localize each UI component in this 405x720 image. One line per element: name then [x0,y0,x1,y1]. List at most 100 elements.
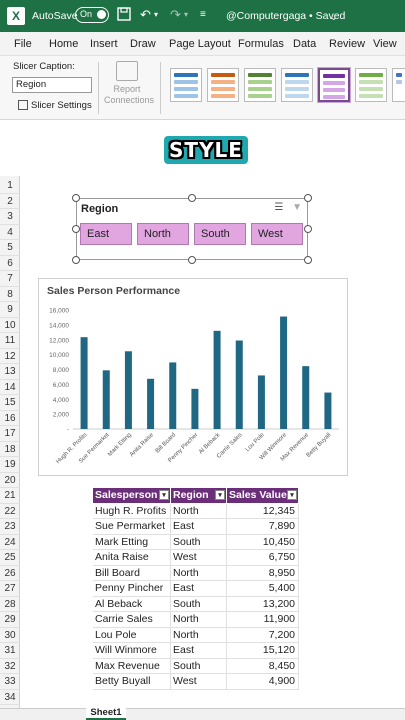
table-cell[interactable]: Carrie Sales [93,612,171,628]
resize-handle[interactable] [72,194,80,202]
menu-review[interactable]: Review [329,38,365,50]
bar[interactable] [169,362,177,429]
slicer-style-swatch[interactable] [170,68,202,102]
slicer-style-swatch-selected[interactable] [317,67,351,103]
row-header[interactable]: 28 [0,597,20,612]
menu-file[interactable]: File [14,38,32,50]
resize-handle[interactable] [72,256,80,264]
resize-handle[interactable] [188,256,196,264]
sales-chart[interactable]: Sales Person Performance -2,000 4,000 6,00… [38,278,348,476]
region-slicer[interactable]: Region ☰ ▼ East North South West [76,198,308,260]
bar[interactable] [80,337,88,429]
slicer-style-swatch[interactable] [392,68,405,102]
table-cell[interactable]: Penny Pincher [93,581,171,597]
row-header[interactable]: 4 [0,225,20,240]
slicer-style-swatch[interactable] [244,68,276,102]
table-cell[interactable]: Sue Permarket [93,519,171,535]
row-header[interactable]: 3 [0,209,20,225]
undo-dropdown-icon[interactable]: ▾ [154,7,158,23]
slicer-style-swatch[interactable] [355,68,387,102]
slicer-button-west[interactable]: West [251,223,303,245]
table-cell[interactable]: 8,950 [227,565,299,581]
table-cell[interactable]: South [171,596,227,612]
row-header[interactable]: 6 [0,256,20,271]
bar[interactable] [302,366,310,429]
table-cell[interactable]: Will Winmore [93,643,171,659]
save-icon[interactable] [117,7,131,25]
slicer-style-swatch[interactable] [281,68,313,102]
bar[interactable] [213,330,221,429]
menu-home[interactable]: Home [49,38,78,50]
table-cell[interactable]: 4,900 [227,674,299,690]
row-header[interactable]: 12 [0,349,20,364]
bar[interactable] [102,370,110,429]
resize-handle[interactable] [304,225,312,233]
table-cell[interactable]: 15,120 [227,643,299,659]
autosave-toggle[interactable]: On [75,7,109,23]
resize-handle[interactable] [304,256,312,264]
row-header[interactable]: 23 [0,519,20,535]
resize-handle[interactable] [188,194,196,202]
table-cell[interactable]: 13,200 [227,596,299,612]
row-header[interactable]: 25 [0,550,20,566]
row-header[interactable]: 19 [0,457,20,473]
row-header[interactable]: 30 [0,628,20,643]
slicer-style-swatch[interactable] [207,68,239,102]
resize-handle[interactable] [304,194,312,202]
report-connections-button[interactable]: Report Connections [104,61,154,106]
table-cell[interactable]: 7,200 [227,627,299,643]
bar[interactable] [280,316,288,429]
table-header-cell[interactable]: Salesperson ▾ [93,488,171,504]
table-cell[interactable]: 7,890 [227,519,299,535]
table-cell[interactable]: East [171,519,227,535]
table-cell[interactable]: 11,900 [227,612,299,628]
table-cell[interactable]: Mark Etting [93,534,171,550]
row-header[interactable]: 34 [0,690,20,705]
row-header[interactable]: 24 [0,535,20,550]
row-header[interactable]: 11 [0,333,20,349]
filter-dropdown-icon[interactable]: ▾ [159,490,169,500]
table-cell[interactable]: North [171,627,227,643]
redo-dropdown-icon[interactable]: ▾ [184,7,188,23]
table-cell[interactable]: West [171,550,227,566]
table-cell[interactable]: Lou Pole [93,627,171,643]
table-cell[interactable]: Anita Raise [93,550,171,566]
filter-dropdown-icon[interactable]: ▾ [287,490,297,500]
row-header[interactable]: 13 [0,364,20,380]
row-header[interactable]: 31 [0,643,20,659]
slicer-button-east[interactable]: East [80,223,132,245]
chevron-down-icon[interactable]: ⌄ [330,9,338,25]
table-header-cell[interactable]: Sales Value ▾ [227,488,299,504]
row-header[interactable]: 1 [0,178,20,194]
redo-icon[interactable]: ↷ [170,7,181,23]
sheet-tab[interactable]: Sheet1 [86,706,126,720]
row-header[interactable]: 10 [0,318,20,333]
table-cell[interactable]: 5,400 [227,581,299,597]
menu-draw[interactable]: Draw [130,38,156,50]
table-cell[interactable]: South [171,534,227,550]
menu-view[interactable]: View [373,38,397,50]
row-header[interactable]: 22 [0,504,20,519]
multi-select-icon[interactable]: ☰ [274,202,283,213]
row-header[interactable]: 9 [0,302,20,318]
table-cell[interactable]: 10,450 [227,534,299,550]
table-cell[interactable]: Hugh R. Profits [93,503,171,519]
resize-handle[interactable] [72,225,80,233]
slicer-settings-button[interactable]: Slicer Settings [18,100,92,111]
row-header[interactable]: 20 [0,473,20,488]
slicer-button-north[interactable]: North [137,223,189,245]
table-cell[interactable]: Bill Board [93,565,171,581]
row-header[interactable]: 7 [0,271,20,287]
row-header[interactable]: 5 [0,240,20,256]
document-title[interactable]: @Computergaga • Saved [226,10,345,22]
row-header[interactable]: 21 [0,488,20,504]
bar[interactable] [124,351,132,429]
more-icon[interactable]: ≡ [200,7,206,23]
menu-data[interactable]: Data [293,38,316,50]
bar[interactable] [324,392,332,429]
row-header[interactable]: 27 [0,581,20,597]
table-cell[interactable]: Betty Buyall [93,674,171,690]
clear-filter-icon[interactable]: ▼ [292,202,302,213]
table-cell[interactable]: South [171,658,227,674]
bar[interactable] [147,378,155,429]
